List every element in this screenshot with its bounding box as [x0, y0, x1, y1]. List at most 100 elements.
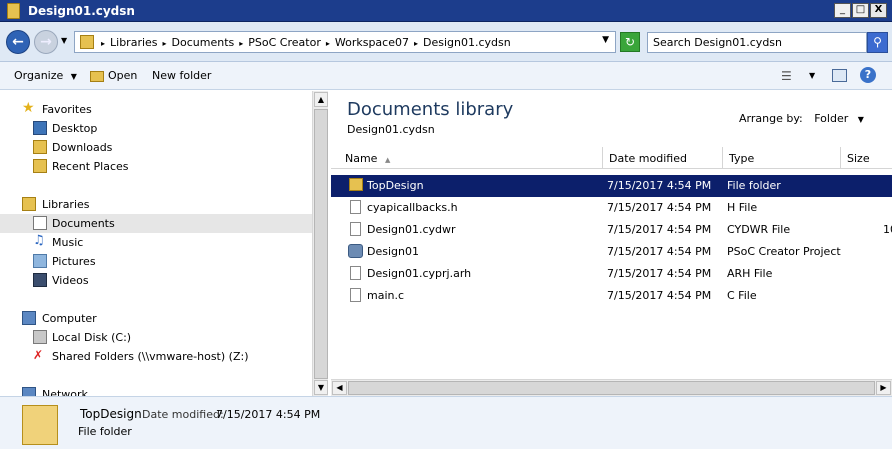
nav-recent-places[interactable]: Recent Places — [0, 157, 312, 176]
chevron-down-icon: ▼ — [857, 115, 864, 124]
nav-desktop[interactable]: Desktop — [0, 119, 312, 138]
breadcrumb-separator-icon[interactable]: ▸ — [326, 39, 330, 48]
scroll-right-icon[interactable]: ▶ — [876, 381, 891, 395]
views-icon[interactable]: ☰ — [781, 69, 792, 83]
file-type: ARH File — [727, 267, 773, 280]
details-date: 7/15/2017 4:54 PM — [216, 408, 321, 421]
star-icon: ★ — [22, 100, 35, 116]
music-icon: ♫ — [33, 233, 45, 248]
nav-computer[interactable]: Computer — [0, 309, 312, 328]
scroll-up-icon[interactable]: ▲ — [314, 92, 328, 107]
nav-libraries[interactable]: Libraries — [0, 195, 312, 214]
file-row[interactable]: TopDesign 7/15/2017 4:54 PM File folder — [331, 174, 892, 198]
nav-label: Local Disk (C:) — [52, 331, 132, 344]
breadcrumb-separator-icon[interactable]: ▸ — [163, 39, 167, 48]
videos-icon — [33, 273, 47, 287]
file-row[interactable]: Design01.cydwr 7/15/2017 4:54 PM CYDWR F… — [331, 219, 892, 241]
arrange-by[interactable]: Arrange by: Folder ▼ — [739, 112, 864, 125]
address-bar-area: ← → ▼ ▸ Libraries ▸ Documents ▸ PSoC Creator ▸… — [0, 22, 892, 62]
nav-label: Favorites — [42, 103, 92, 116]
back-button[interactable]: ← — [6, 30, 30, 54]
file-icon — [350, 266, 361, 280]
file-row[interactable]: Design01 7/15/2017 4:54 PM PSoC Creator … — [331, 241, 892, 263]
column-name[interactable]: Name ▲ — [331, 147, 603, 169]
organize-button[interactable]: Organize ▼ — [14, 69, 77, 82]
file-row[interactable]: main.c 7/15/2017 4:54 PM C File — [331, 285, 892, 307]
file-name: Design01 — [367, 245, 419, 258]
nav-local-disk[interactable]: Local Disk (C:) — [0, 328, 312, 347]
new-folder-button[interactable]: New folder — [152, 69, 211, 82]
nav-favorites[interactable]: ★ Favorites — [0, 100, 312, 119]
breadcrumb-separator-icon[interactable]: ▸ — [101, 39, 105, 48]
folder-icon — [349, 178, 363, 191]
network-icon — [22, 387, 36, 396]
column-headers: Name ▲ Date modified Type Size — [331, 147, 892, 169]
details-date-label: Date modified: — [142, 408, 224, 421]
file-type: C File — [727, 289, 757, 302]
window-title: Design01.cydsn — [28, 4, 135, 18]
maximize-button[interactable]: □ — [852, 3, 869, 18]
preview-pane-icon[interactable] — [832, 69, 847, 82]
scroll-thumb[interactable] — [314, 109, 328, 379]
views-dropdown[interactable]: ▼ — [809, 71, 815, 80]
file-type: PSoC Creator Project — [727, 245, 841, 258]
column-size[interactable]: Size — [841, 147, 892, 169]
folder-icon — [7, 3, 20, 19]
nav-videos[interactable]: Videos — [0, 271, 312, 290]
address-field[interactable]: ▸ Libraries ▸ Documents ▸ PSoC Creator ▸ Worksp… — [74, 31, 616, 53]
file-row[interactable]: cyapicallbacks.h 7/15/2017 4:54 PM H Fil… — [331, 197, 892, 219]
folder-icon — [80, 35, 94, 49]
breadcrumb-separator-icon[interactable]: ▸ — [414, 39, 418, 48]
organize-label: Organize — [14, 69, 64, 82]
file-type: CYDWR File — [727, 223, 791, 236]
file-list-pane: Documents library Design01.cydsn Arrange… — [331, 91, 892, 396]
help-icon[interactable]: ? — [860, 67, 876, 83]
nav-label: Videos — [52, 274, 89, 287]
nav-documents[interactable]: Documents — [0, 214, 312, 233]
breadcrumb-item[interactable]: Documents — [172, 36, 235, 49]
file-date: 7/15/2017 4:54 PM — [607, 289, 712, 302]
search-input[interactable]: Search Design01.cydsn — [647, 32, 867, 53]
pictures-icon — [33, 254, 47, 268]
search-icon[interactable]: ⚲ — [867, 32, 888, 53]
hscroll-thumb[interactable] — [348, 381, 875, 395]
scroll-down-icon[interactable]: ▼ — [314, 380, 328, 395]
nav-music[interactable]: ♫ Music — [0, 233, 312, 252]
open-button[interactable]: Open — [90, 69, 137, 82]
details-type: File folder — [78, 425, 132, 438]
nav-pictures[interactable]: Pictures — [0, 252, 312, 271]
close-button[interactable]: X — [870, 3, 887, 18]
breadcrumb-item[interactable]: Design01.cydsn — [423, 36, 511, 49]
breadcrumb-separator-icon[interactable]: ▸ — [239, 39, 243, 48]
breadcrumb-item[interactable]: PSoC Creator — [248, 36, 321, 49]
column-type[interactable]: Type — [723, 147, 841, 169]
file-icon — [350, 222, 361, 236]
file-date: 7/15/2017 4:54 PM — [607, 245, 712, 258]
breadcrumb-item[interactable]: Libraries — [110, 36, 158, 49]
drive-icon — [33, 330, 47, 344]
sidebar-scrollbar[interactable]: ▲ ▼ — [312, 91, 328, 396]
nav-network[interactable]: Network — [0, 385, 312, 396]
scroll-left-icon[interactable]: ◀ — [332, 381, 347, 395]
recent-pages-dropdown[interactable]: ▼ — [61, 36, 67, 45]
title-bar: Design01.cydsn _ □ X — [0, 0, 892, 22]
file-name: main.c — [367, 289, 405, 302]
file-row[interactable]: Design01.cyprj.arh 7/15/2017 4:54 PM ARH… — [331, 263, 892, 285]
file-date: 7/15/2017 4:54 PM — [607, 267, 712, 280]
arrange-label: Arrange by: — [739, 112, 803, 125]
nav-shared-folders[interactable]: ✗ Shared Folders (\\vmware-host) (Z:) — [0, 347, 312, 366]
file-list-hscrollbar[interactable]: ◀ ▶ — [331, 379, 892, 396]
file-icon — [350, 200, 361, 214]
breadcrumb-item[interactable]: Workspace07 — [335, 36, 409, 49]
refresh-icon[interactable]: ↻ — [620, 32, 640, 52]
address-dropdown[interactable]: ▼ — [602, 35, 609, 45]
details-pane: TopDesign Date modified: 7/15/2017 4:54 … — [0, 396, 892, 449]
nav-downloads[interactable]: Downloads — [0, 138, 312, 157]
minimize-button[interactable]: _ — [834, 3, 851, 18]
file-name: cyapicallbacks.h — [367, 201, 458, 214]
file-date: 7/15/2017 4:54 PM — [607, 223, 712, 236]
navigation-pane: ★ Favorites Desktop Downloads Recent Pla… — [0, 91, 312, 396]
column-date[interactable]: Date modified — [603, 147, 723, 169]
forward-button[interactable]: → — [34, 30, 58, 54]
chevron-down-icon: ▼ — [70, 72, 77, 81]
